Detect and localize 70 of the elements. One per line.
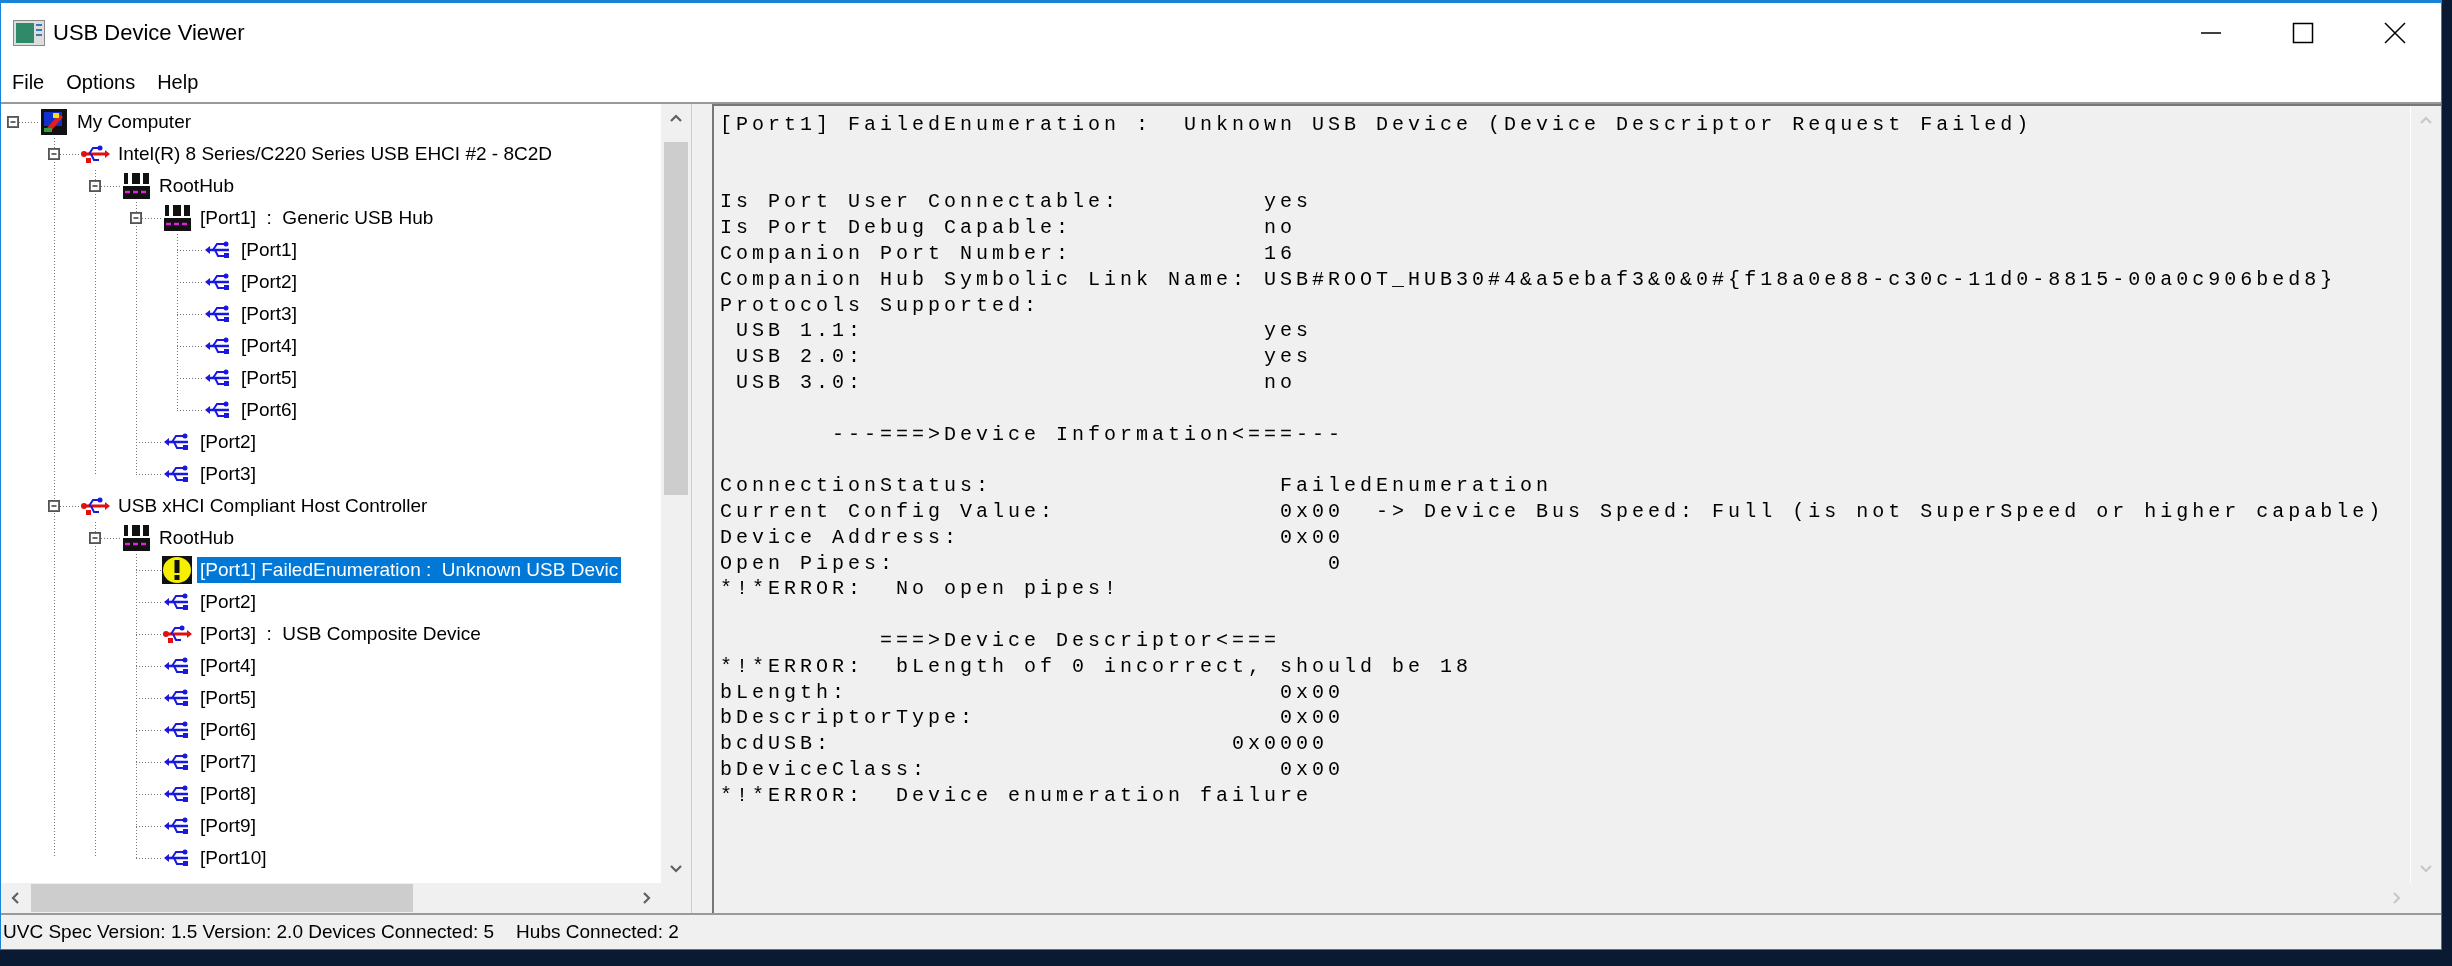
tree-item[interactable]: USB xHCI Compliant Host Controller <box>115 493 431 519</box>
detail-line: Companion Hub Symbolic Link Name: USB#ROOT_HUB30#4&a5ebaf3&0&0#{f18a0e88-c30c-11d0-8815-00a0c906bed8} <box>720 266 2338 293</box>
tree-item[interactable]: [Port1] FailedEnumeration : Unknown USB Devic <box>197 557 622 583</box>
collapse-toggle[interactable] <box>89 532 101 544</box>
tree-item[interactable]: Intel(R) 8 Series/C220 Series USB EHCI #2 - 8C2D <box>115 141 555 167</box>
scroll-thumb[interactable] <box>31 884 413 912</box>
collapse-toggle[interactable] <box>89 180 101 192</box>
detail-line: Current Config Value: 0x00 -> Device Bus Speed: Full (is not SuperSpeed or higher capable) <box>720 498 2386 525</box>
tree-item[interactable]: [Port3] : USB Composite Device <box>197 621 484 647</box>
detail-line: bDeviceClass: 0x00 <box>720 756 1346 783</box>
scrollbar[interactable] <box>661 104 691 883</box>
minimize-icon <box>2200 31 2222 34</box>
menu-item[interactable]: Help <box>146 70 210 94</box>
detail-line: [Port1] FailedEnumeration : Unknown USB Device (Device Descriptor Request Failed) <box>720 112 2034 138</box>
collapse-toggle[interactable] <box>48 500 60 512</box>
tree-item[interactable]: [Port5] <box>238 365 300 391</box>
tree-item[interactable]: RootHub <box>156 525 237 551</box>
close-icon <box>2384 21 2406 44</box>
tree-item[interactable]: My Computer <box>74 109 195 135</box>
detail-line: USB 2.0: yes <box>735 344 1314 370</box>
detail-line: *!*ERROR: No open pipes! <box>720 576 1122 603</box>
tree-item[interactable]: [Port2] <box>197 429 259 455</box>
tree-item[interactable]: RootHub <box>156 173 237 199</box>
tree-item[interactable]: [Port4] <box>197 653 259 679</box>
collapse-toggle[interactable] <box>48 148 60 160</box>
status-text: UVC Spec Version: 1.5 Version: 2.0 Devices Connected: 5 <box>3 921 495 943</box>
menu-item[interactable]: File <box>1 70 56 94</box>
app-icon <box>13 19 45 46</box>
detail-line: bDescriptorType: 0x00 <box>720 705 1346 732</box>
tree-item[interactable]: [Port2] <box>197 589 259 615</box>
tree-item[interactable]: [Port6] <box>197 717 259 743</box>
detail-line: Protocols Supported: <box>720 292 1042 319</box>
hub-icon <box>162 204 192 232</box>
detail-line: USB 3.0: no <box>735 369 1298 396</box>
tree-item[interactable]: [Port9] <box>197 813 259 839</box>
tree-item[interactable]: [Port8] <box>197 781 259 807</box>
tree-item[interactable]: [Port10] <box>197 845 270 871</box>
tree-item[interactable]: [Port3] <box>238 301 300 327</box>
detail-line: ===>Device Descriptor<=== <box>879 627 1282 654</box>
detail-line: Is Port Debug Capable: no <box>720 215 1298 241</box>
tree-item[interactable]: [Port7] <box>197 749 259 775</box>
detail-line: bcdUSB: 0x0000 <box>720 731 1330 757</box>
tree-item[interactable]: [Port2] <box>238 269 300 295</box>
detail-line: ConnectionStatus: FailedEnumeration <box>720 473 1554 499</box>
status-text: Hubs Connected: 2 <box>516 921 679 943</box>
tree-item[interactable]: [Port4] <box>238 333 300 359</box>
maximize-icon <box>2292 21 2314 44</box>
tree-item[interactable]: [Port6] <box>238 397 300 423</box>
detail-line: *!*ERROR: bLength of 0 incorrect, should be 18 <box>720 653 1474 680</box>
computer-icon <box>39 108 69 136</box>
collapse-toggle[interactable] <box>7 116 19 128</box>
detail-line: Companion Port Number: 16 <box>720 241 1298 267</box>
detail-line: Open Pipes: 0 <box>720 550 1346 577</box>
detail-line: ---===>Device Information<===--- <box>831 421 1346 448</box>
tree-item[interactable]: [Port1] : Generic USB Hub <box>197 205 437 231</box>
tree-item[interactable]: [Port3] <box>197 461 259 487</box>
window-title: USB Device Viewer <box>53 19 245 46</box>
collapse-toggle[interactable] <box>130 212 142 224</box>
detail-line: Is Port User Connectable: yes <box>720 189 1314 216</box>
scroll-thumb[interactable] <box>664 142 688 495</box>
detail-line: Device Address: 0x00 <box>720 524 1346 551</box>
tree-item[interactable]: [Port1] <box>238 237 300 263</box>
warning-icon <box>162 556 192 584</box>
hub-icon <box>121 172 151 200</box>
menu-item[interactable]: Options <box>55 70 147 94</box>
hub-icon <box>121 524 151 552</box>
tree-item[interactable]: [Port5] <box>197 685 259 711</box>
detail-line: USB 1.1: yes <box>735 318 1314 345</box>
detail-line: bLength: 0x00 <box>720 679 1346 706</box>
detail-line: *!*ERROR: Device enumeration failure <box>720 782 1314 809</box>
